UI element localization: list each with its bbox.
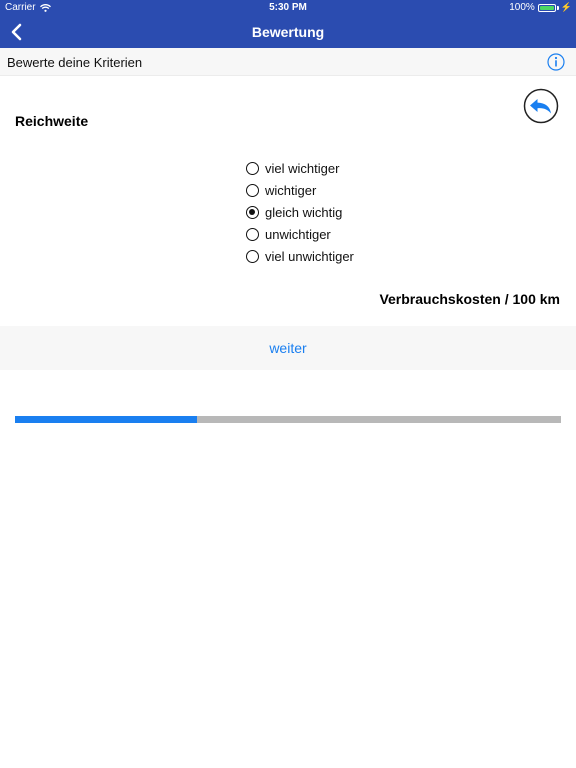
- status-time: 5:30 PM: [269, 2, 307, 13]
- progress-bar: [15, 416, 561, 423]
- criterion-b-label: Verbrauchskosten / 100 km: [379, 291, 560, 307]
- next-button-row: weiter: [0, 326, 576, 370]
- option-unwichtiger[interactable]: unwichtiger: [246, 223, 354, 245]
- undo-button[interactable]: [523, 88, 559, 124]
- next-button[interactable]: weiter: [259, 336, 316, 360]
- option-label: unwichtiger: [265, 226, 331, 242]
- battery-indicator: 100% ⚡: [509, 2, 572, 13]
- info-icon: [547, 53, 565, 71]
- option-viel-wichtiger[interactable]: viel wichtiger: [246, 157, 354, 179]
- battery-icon: [537, 3, 556, 12]
- option-viel-unwichtiger[interactable]: viel unwichtiger: [246, 245, 354, 267]
- option-label: viel unwichtiger: [265, 248, 354, 264]
- importance-options: viel wichtiger wichtiger gleich wichtig …: [246, 157, 354, 267]
- radio-button[interactable]: [246, 161, 259, 175]
- progress-fill: [15, 416, 197, 423]
- radio-button[interactable]: [246, 227, 259, 241]
- option-label: viel wichtiger: [265, 160, 340, 176]
- status-bar: Carrier 5:30 PM 100% ⚡: [0, 0, 576, 16]
- section-title: Bewerte deine Kriterien: [7, 55, 143, 70]
- page-title: Bewertung: [251, 24, 325, 40]
- radio-button[interactable]: [246, 183, 259, 197]
- option-label: wichtiger: [265, 182, 317, 198]
- charging-icon: ⚡: [560, 2, 572, 12]
- navigation-bar: Carrier 5:30 PM 100% ⚡ Bewertung: [0, 0, 576, 48]
- undo-arrow-icon: [523, 88, 559, 124]
- option-gleich-wichtig[interactable]: gleich wichtig: [246, 201, 354, 223]
- radio-button-selected[interactable]: [246, 205, 259, 219]
- radio-button[interactable]: [246, 249, 259, 263]
- info-button[interactable]: [547, 53, 565, 71]
- option-wichtiger[interactable]: wichtiger: [246, 179, 354, 201]
- battery-percentage: 100%: [509, 2, 535, 13]
- criterion-a-label: Reichweite: [15, 113, 89, 129]
- option-label: gleich wichtig: [265, 204, 343, 220]
- section-header: Bewerte deine Kriterien: [0, 48, 576, 76]
